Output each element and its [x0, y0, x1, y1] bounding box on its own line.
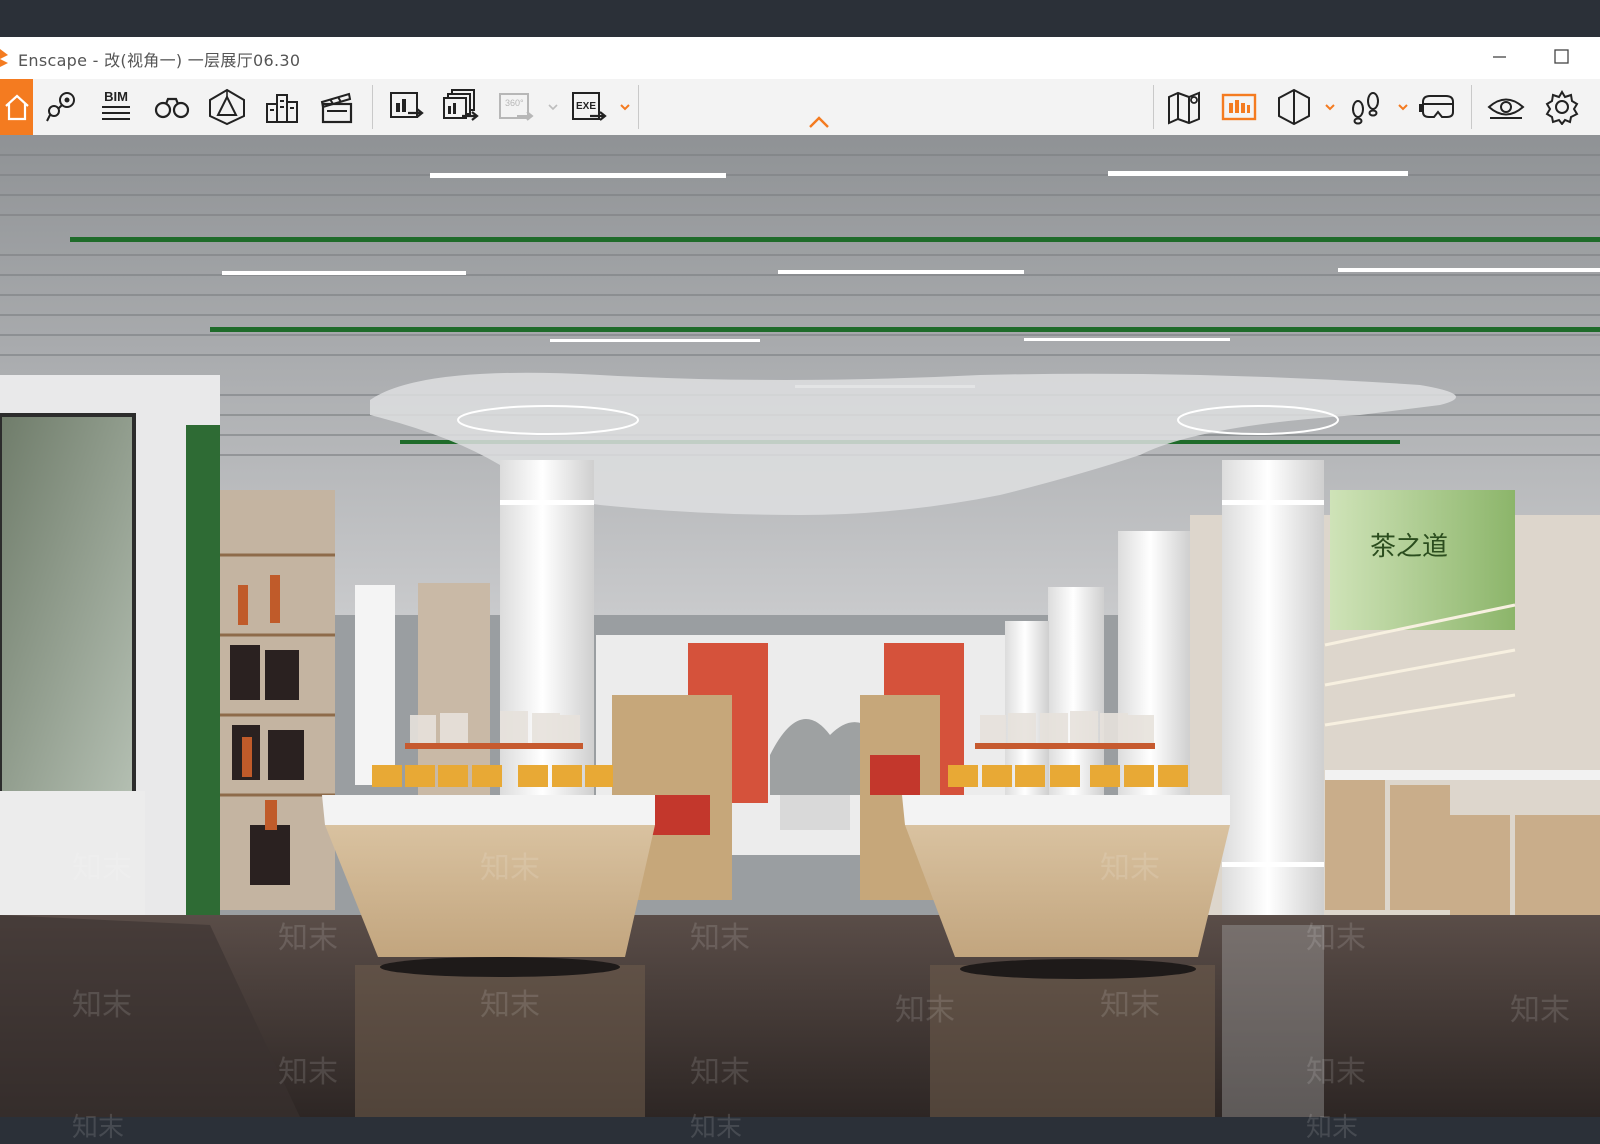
toolbar-separator	[1471, 85, 1472, 129]
chevron-down-icon[interactable]	[547, 101, 559, 113]
showroom-scene: 茶之道	[0, 135, 1600, 1117]
perspective-icon	[209, 88, 245, 126]
render-viewport[interactable]: 茶之道	[0, 135, 1600, 1117]
map-button[interactable]	[1162, 79, 1206, 135]
visual-settings-button[interactable]	[1484, 79, 1528, 135]
enscape-logo-icon	[0, 49, 8, 67]
chevron-down-icon[interactable]	[1397, 101, 1409, 113]
vr-headset-button[interactable]	[1416, 79, 1460, 135]
export-exe-label: EXE	[576, 101, 596, 112]
desktop-bottom-strip: 知末 知末 知末	[0, 1113, 1600, 1143]
map-pins-icon	[46, 92, 75, 122]
video-editor-button[interactable]	[315, 79, 359, 135]
buildings-button[interactable]	[260, 79, 304, 135]
title-bar: Enscape - 改(视角一) 一层展厅06.30	[0, 37, 1600, 79]
chevron-down-icon[interactable]	[1324, 101, 1336, 113]
map-pins-button[interactable]	[40, 79, 84, 135]
desktop-top-strip	[0, 0, 1600, 37]
tea-banner-text: 茶之道	[1370, 532, 1448, 562]
footsteps-icon	[1352, 92, 1379, 125]
export-screenshot-icon	[390, 92, 424, 118]
bim-icon	[102, 105, 130, 120]
toolbar-separator	[1153, 85, 1154, 129]
batch-render-icon	[443, 89, 479, 121]
toolbar-separator	[638, 85, 639, 129]
bim-button[interactable]: BIM	[94, 79, 138, 135]
section-button[interactable]	[1272, 79, 1316, 135]
binoculars-button[interactable]	[150, 79, 194, 135]
asset-library-button[interactable]	[1217, 79, 1261, 135]
export-exe-icon: EXE	[572, 92, 607, 121]
batch-render-button[interactable]	[440, 79, 484, 135]
vr-headset-icon	[1419, 95, 1454, 118]
home-icon	[4, 94, 29, 121]
collapse-toolbar-chevron-up-icon[interactable]	[808, 115, 830, 129]
settings-button[interactable]	[1540, 79, 1584, 135]
main-toolbar: BIM 360° EXE	[0, 79, 1600, 136]
buildings-icon	[266, 94, 298, 123]
home-button[interactable]	[0, 79, 33, 135]
map-icon	[1168, 91, 1200, 125]
window-title: Enscape - 改(视角一) 一层展厅06.30	[18, 51, 301, 70]
chevron-down-icon[interactable]	[619, 101, 631, 113]
maximize-icon[interactable]	[1552, 47, 1572, 67]
screenshot-export-button[interactable]	[385, 79, 429, 135]
section-icon	[1278, 88, 1310, 126]
panorama-360-button[interactable]: 360°	[495, 79, 539, 135]
walk-mode-button[interactable]	[1343, 79, 1387, 135]
panorama-360-label: 360°	[505, 98, 524, 108]
export-exe-button[interactable]: EXE	[568, 79, 612, 135]
enscape-window: Enscape - 改(视角一) 一层展厅06.30 BIM 360° EXE …	[0, 37, 1600, 1117]
eye-icon	[1487, 98, 1525, 119]
minimize-icon[interactable]	[1490, 47, 1510, 67]
settings-gear-icon	[1545, 90, 1579, 125]
panorama-360-icon: 360°	[499, 93, 534, 121]
binoculars-icon	[154, 97, 190, 119]
bim-label: BIM	[104, 88, 128, 104]
perspective-button[interactable]	[205, 79, 249, 135]
toolbar-separator	[372, 85, 373, 129]
clapperboard-icon	[320, 92, 353, 124]
asset-library-icon	[1221, 93, 1257, 121]
